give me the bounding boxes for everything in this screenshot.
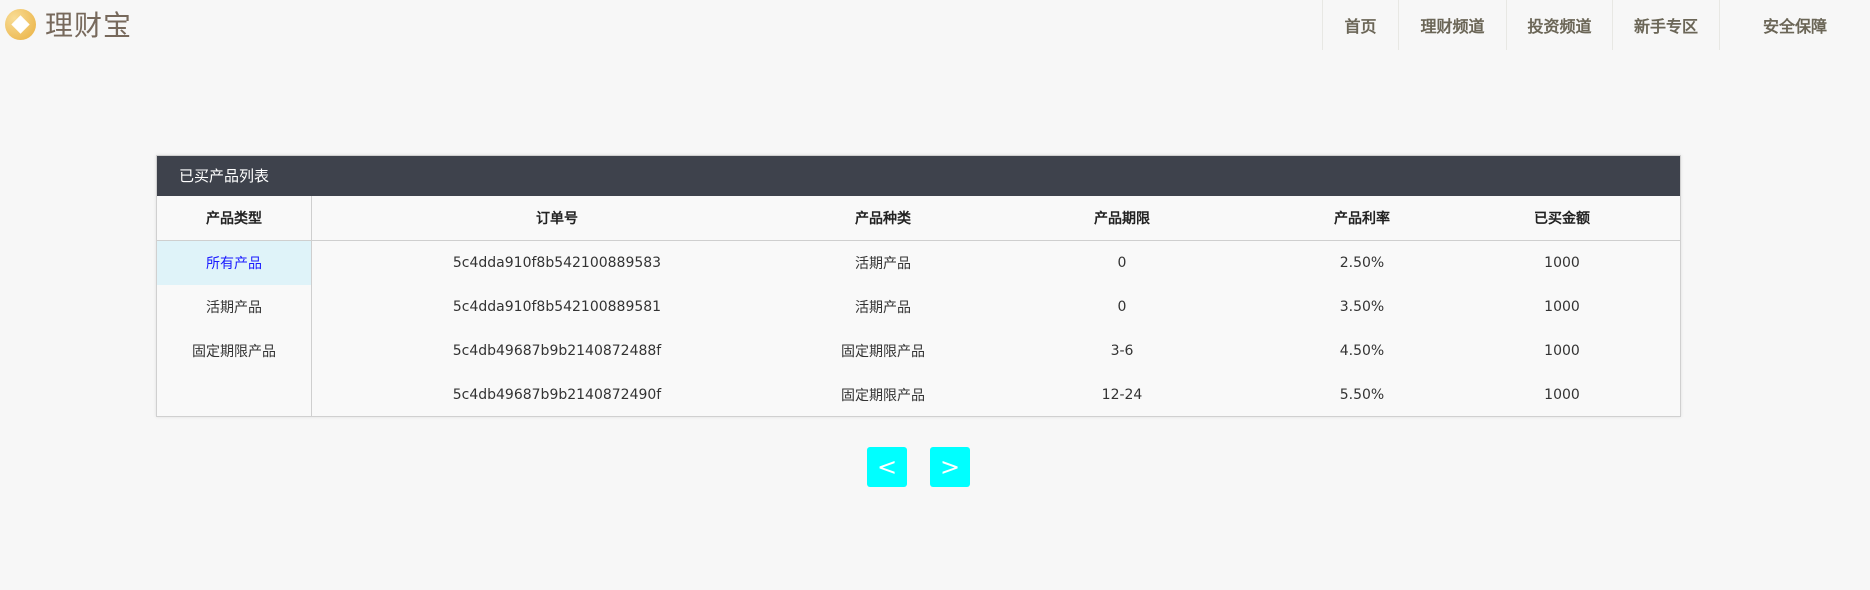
logo-diamond-icon [5, 8, 36, 40]
table-row: 5c4dda910f8b542100889583 活期产品 0 2.50% 1000 [312, 241, 1680, 285]
orders-table: 订单号 产品种类 产品期限 产品利率 已买金额 5c4dda910f8b5421… [312, 196, 1680, 417]
cell-product-kind: 固定期限产品 [841, 388, 925, 404]
pagination: < > [867, 447, 970, 487]
nav-security[interactable]: 安全保障 [1719, 0, 1870, 50]
logo[interactable]: 理财宝 [5, 4, 132, 44]
sidebar-item-all[interactable]: 所有产品 [157, 241, 311, 285]
cell-order-id: 5c4db49687b9b2140872490f [452, 387, 662, 403]
col-product-kind: 产品种类 [802, 196, 964, 241]
cell-term: 0 [1117, 255, 1127, 271]
cell-rate: 5.50% [1339, 387, 1385, 403]
cell-product-kind: 活期产品 [855, 300, 911, 316]
cell-amount: 1000 [1544, 255, 1580, 271]
col-order-id: 订单号 [312, 196, 802, 241]
cell-rate: 3.50% [1339, 299, 1385, 315]
table-row: 5c4dda910f8b542100889581 活期产品 0 3.50% 1000 [312, 285, 1680, 329]
cell-rate: 4.50% [1339, 343, 1385, 359]
table-header-row: 订单号 产品种类 产品期限 产品利率 已买金额 [312, 196, 1680, 241]
cell-amount: 1000 [1544, 387, 1580, 403]
nav-newbie[interactable]: 新手专区 [1612, 0, 1719, 50]
col-rate: 产品利率 [1280, 196, 1444, 241]
nav-home[interactable]: 首页 [1322, 0, 1398, 50]
panel-title: 已买产品列表 [157, 156, 1680, 196]
cell-rate: 2.50% [1339, 255, 1385, 271]
cell-product-kind: 固定期限产品 [841, 344, 925, 360]
purchased-products-panel: 已买产品列表 产品类型 所有产品 活期产品 固定期限产品 订单号 产品种类 产品… [156, 155, 1681, 417]
table-row: 5c4db49687b9b2140872488f 固定期限产品 3-6 4.50% 10… [312, 329, 1680, 373]
prev-page-button[interactable]: < [867, 447, 907, 487]
cell-product-kind: 活期产品 [855, 256, 911, 272]
cell-order-id: 5c4dda910f8b542100889581 [452, 299, 662, 315]
nav-invest[interactable]: 投资频道 [1506, 0, 1612, 50]
product-type-sidebar: 产品类型 所有产品 活期产品 固定期限产品 [157, 196, 312, 416]
cell-amount: 1000 [1544, 343, 1580, 359]
cell-term: 0 [1117, 299, 1127, 315]
sidebar-header: 产品类型 [157, 196, 311, 241]
top-nav: 首页 理财频道 投资频道 新手专区 安全保障 [1322, 0, 1870, 50]
cell-term: 12-24 [1101, 387, 1143, 403]
next-page-button[interactable]: > [930, 447, 970, 487]
sidebar-item-fixed[interactable]: 固定期限产品 [157, 329, 311, 373]
cell-term: 3-6 [1110, 343, 1134, 359]
brand-name: 理财宝 [45, 9, 133, 42]
col-term: 产品期限 [964, 196, 1280, 241]
cell-order-id: 5c4db49687b9b2140872488f [452, 343, 662, 359]
nav-finance[interactable]: 理财频道 [1398, 0, 1506, 50]
cell-amount: 1000 [1544, 299, 1580, 315]
sidebar-item-current[interactable]: 活期产品 [157, 285, 311, 329]
cell-order-id: 5c4dda910f8b542100889583 [452, 255, 662, 271]
col-amount: 已买金额 [1444, 196, 1680, 241]
table-row: 5c4db49687b9b2140872490f 固定期限产品 12-24 5.50%… [312, 373, 1680, 417]
